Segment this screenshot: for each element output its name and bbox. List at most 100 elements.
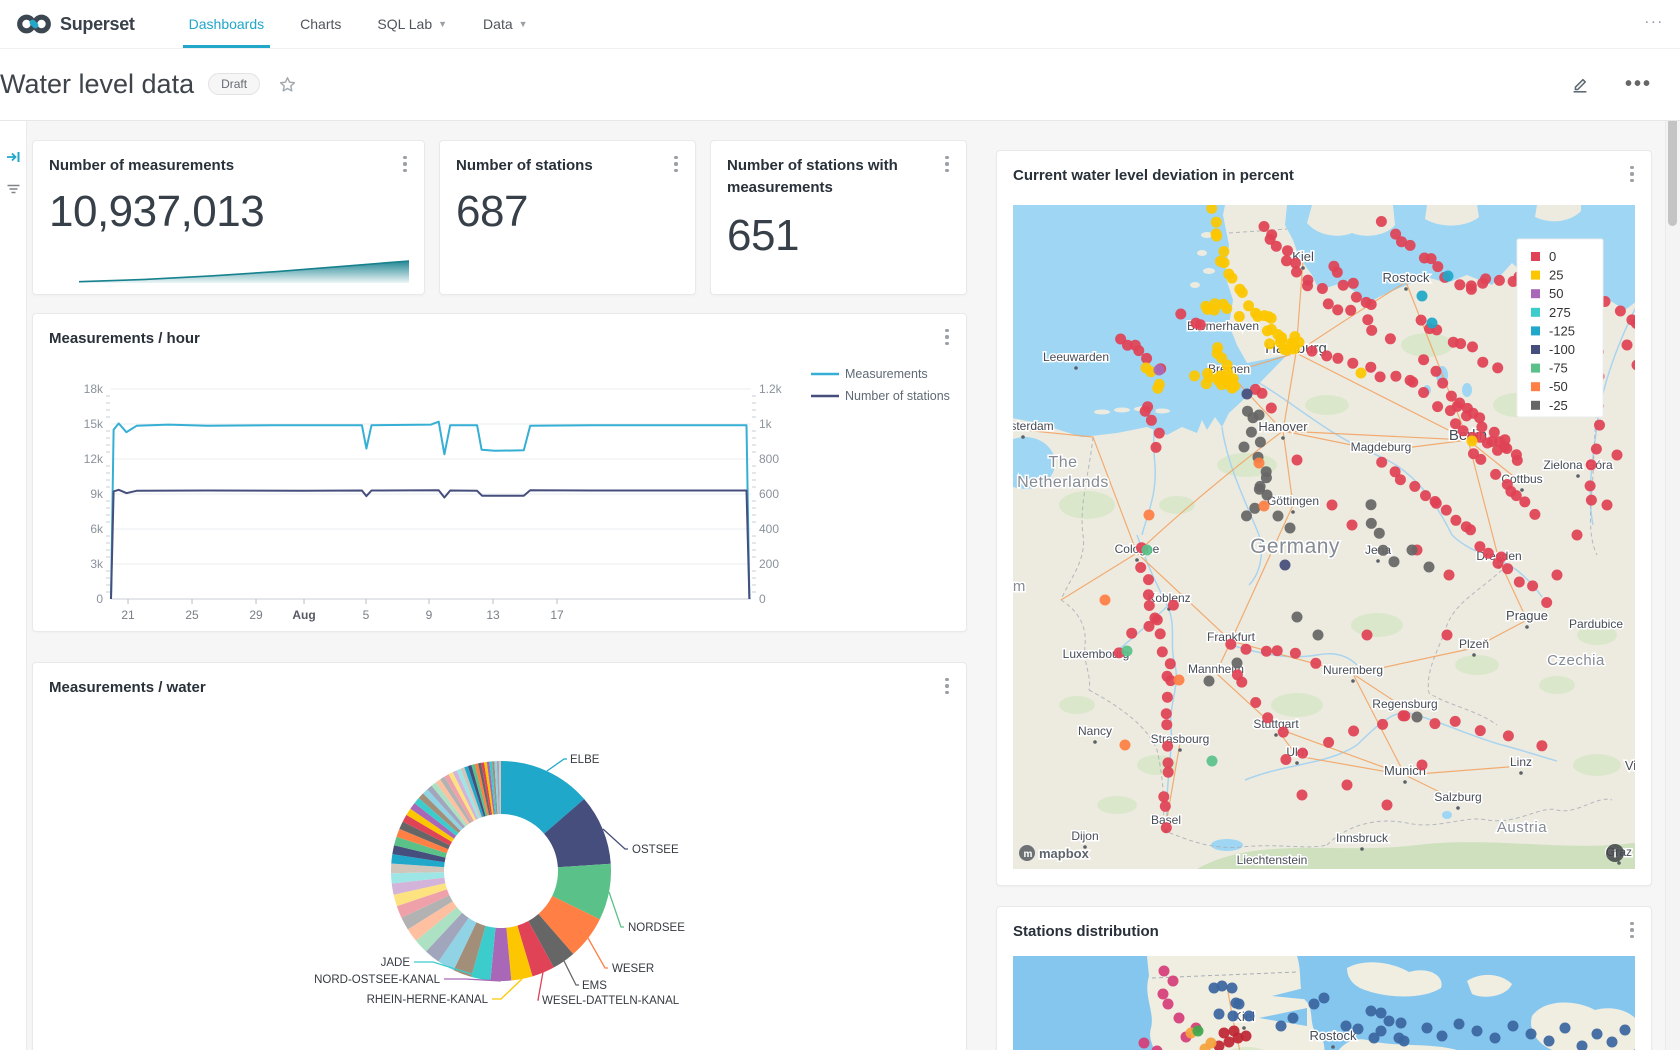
city-label-Nancy: Nancy [1078, 724, 1112, 738]
city-label-Nuremberg: Nuremberg [1323, 663, 1383, 677]
pie-label-JADE: JADE [381, 957, 411, 969]
svg-text:Number of stations: Number of stations [845, 389, 950, 403]
card-measurements-per-hour: Measurements / hour 003k2006k4009k60012k… [32, 313, 967, 632]
big-number-value: 651 [727, 211, 799, 261]
chart-kebab-menu[interactable] [1623, 919, 1641, 941]
card-stations-with-measurements: Number of stations with measurements 651 [710, 140, 967, 295]
donut-chart[interactable]: ELBEOSTSEENORDSEEWESEREMSWESEL-DATTELN-K… [33, 663, 966, 1050]
country-label: Germany [1250, 535, 1340, 558]
svg-text:mapbox: mapbox [1039, 846, 1090, 861]
svg-text:m: m [1024, 849, 1033, 860]
city-label-Strasbourg: Strasbourg [1151, 732, 1210, 746]
svg-text:3k: 3k [90, 557, 104, 571]
nav-overflow-button[interactable]: ... [1645, 10, 1664, 28]
city-label-Liechtenstein: Liechtenstein [1237, 853, 1308, 867]
svg-text:12k: 12k [84, 452, 104, 466]
legend-item-Number of stations[interactable]: Number of stations [811, 389, 950, 403]
country-label: Austria [1497, 819, 1547, 836]
arrow-to-bar-icon [6, 150, 21, 164]
superset-logo[interactable]: Superset [16, 11, 135, 37]
city-label-Magdeburg: Magdeburg [1351, 440, 1412, 454]
svg-text:9: 9 [426, 608, 433, 622]
pie-label-NORDSEE: NORDSEE [628, 922, 685, 934]
svg-text:i: i [1613, 849, 1616, 861]
svg-text:Measurements: Measurements [845, 367, 928, 381]
svg-text:5: 5 [363, 608, 370, 622]
chart-title: Number of stations with measurements [727, 155, 966, 199]
svg-text:-125: -125 [1549, 323, 1575, 338]
city-label-Rostock: Rostock [1383, 270, 1430, 285]
pencil-icon [1569, 73, 1591, 95]
chart-kebab-menu[interactable] [396, 153, 414, 175]
city-label-Leeuwarden: Leeuwarden [1043, 350, 1109, 364]
favorite-star-button[interactable] [278, 75, 297, 94]
svg-text:-75: -75 [1549, 361, 1568, 376]
city-label-Dijon: Dijon [1071, 829, 1098, 843]
svg-text:21: 21 [121, 608, 135, 622]
filter-list-button[interactable] [0, 176, 26, 202]
svg-text:9k: 9k [90, 487, 104, 501]
svg-text:25: 25 [185, 608, 199, 622]
nav-menu: Dashboards Charts SQL Lab▼ Data▼ [171, 0, 546, 48]
nav-item-data[interactable]: Data▼ [465, 0, 546, 48]
svg-text:1k: 1k [759, 417, 773, 431]
status-badge: Draft [208, 73, 260, 95]
svg-text:-100: -100 [1549, 342, 1575, 357]
svg-text:400: 400 [759, 522, 779, 536]
city-label-Prague: Prague [1506, 608, 1548, 623]
big-number-value: 687 [456, 187, 528, 237]
stations-map[interactable]: KielRostock [1013, 956, 1635, 1050]
deviation-map[interactable]: TheNetherlandsGermanyBelgiumCzechiaAustr… [1013, 205, 1635, 869]
city-label-Rostock: Rostock [1310, 1028, 1357, 1043]
pie-label-RHEIN-HERNE-KANAL: RHEIN-HERNE-KANAL [367, 994, 489, 1006]
station-dots [1193, 1026, 1204, 1037]
chart-kebab-menu[interactable] [667, 153, 685, 175]
svg-text:29: 29 [249, 608, 263, 622]
chart-title: Current water level deviation in percent [1013, 165, 1334, 187]
line-chart[interactable]: 003k2006k4009k60012k80015k1k18k1.2k21252… [33, 356, 966, 628]
expand-filters-button[interactable] [0, 144, 26, 170]
nav-item-charts[interactable]: Charts [282, 0, 359, 48]
chart-title: Number of stations [456, 155, 633, 177]
card-number-of-measurements: Number of measurements 10,937,013 [32, 140, 425, 295]
page-scrollbar[interactable] [1665, 48, 1680, 1050]
edit-dashboard-button[interactable] [1569, 73, 1591, 95]
card-measurements-per-water: Measurements / water ELBEOSTSEENORDSEEWE… [32, 662, 967, 1050]
series-Number of stations [111, 490, 749, 599]
svg-text:600: 600 [759, 487, 779, 501]
svg-text:25: 25 [1549, 268, 1563, 283]
nav-item-dashboards[interactable]: Dashboards [171, 0, 283, 48]
city-label-Zielona Góra: Zielona Góra [1543, 458, 1613, 472]
pie-label-ELBE: ELBE [570, 754, 600, 766]
station-dots [1154, 365, 1165, 376]
trendline-sparkline [79, 258, 409, 286]
svg-text:-50: -50 [1549, 379, 1568, 394]
dashboard-menu-button[interactable]: ••• [1625, 79, 1652, 89]
chart-kebab-menu[interactable] [1623, 163, 1641, 185]
svg-text:Aug: Aug [292, 608, 315, 622]
card-water-level-deviation-map: Current water level deviation in percent [996, 150, 1652, 886]
chart-title: Measurements / hour [49, 328, 240, 350]
svg-text:15k: 15k [84, 417, 104, 431]
series-Measurements [111, 422, 749, 599]
chevron-down-icon: ▼ [519, 19, 528, 29]
legend-item-Measurements[interactable]: Measurements [811, 367, 928, 381]
chart-kebab-menu[interactable] [938, 153, 956, 175]
chart-kebab-menu[interactable] [938, 326, 956, 348]
map-info-button[interactable]: i [1606, 844, 1624, 862]
card-number-of-stations: Number of stations 687 [439, 140, 696, 295]
filter-icon [6, 183, 21, 196]
svg-text:17: 17 [550, 608, 564, 622]
city-label-Amsterdam: Amsterdam [1013, 419, 1054, 433]
svg-text:18k: 18k [84, 382, 104, 396]
svg-text:800: 800 [759, 452, 779, 466]
pie-label-EMS: EMS [582, 980, 607, 992]
svg-text:275: 275 [1549, 305, 1571, 320]
nav-item-sql-lab[interactable]: SQL Lab▼ [359, 0, 465, 48]
pie-label-NORD-OSTSEE-KANAL: NORD-OSTSEE-KANAL [314, 974, 440, 986]
chevron-down-icon: ▼ [438, 19, 447, 29]
city-label-Linz: Linz [1510, 755, 1532, 769]
star-icon [278, 75, 297, 94]
mapbox-logo[interactable]: mmapbox [1019, 845, 1090, 861]
brand-name: Superset [60, 14, 135, 35]
